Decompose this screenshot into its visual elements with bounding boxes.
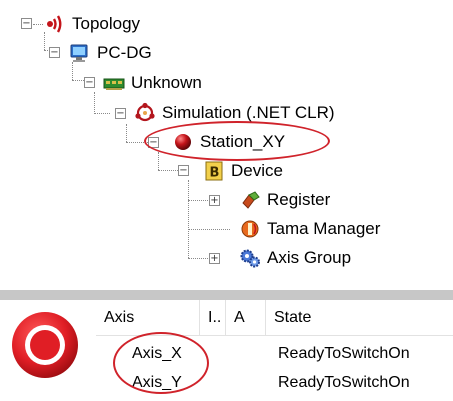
gears-icon [239, 247, 261, 269]
tree-label-register: Register [267, 190, 331, 209]
column-header-state[interactable]: State [266, 300, 453, 336]
panel-separator [0, 290, 453, 300]
stop-red-icon [10, 310, 80, 380]
tama-manager-icon [239, 218, 261, 240]
board-icon [103, 72, 125, 94]
expander-register[interactable]: + [209, 195, 220, 206]
tree-node-tama-manager[interactable]: Tama Manager [239, 217, 380, 241]
device-b-icon: B [203, 160, 225, 182]
expander-pc[interactable]: − [49, 47, 60, 58]
tree-label-tama-manager: Tama Manager [267, 219, 381, 238]
tree-node-device[interactable]: B Device [203, 159, 283, 183]
topology-icon [44, 13, 66, 35]
tree-label-axis-group: Axis Group [267, 248, 352, 267]
svg-text:B: B [210, 166, 220, 181]
expander-unknown[interactable]: − [84, 77, 95, 88]
computer-icon [69, 42, 91, 64]
axis-state-cell: ReadyToSwitchOn [278, 374, 410, 391]
register-icon [239, 189, 261, 211]
tree-node-axis-group[interactable]: Axis Group [239, 246, 351, 270]
tree-node-register[interactable]: Register [239, 188, 330, 212]
tree-node-pc-dg[interactable]: PC-DG [69, 41, 152, 65]
tree-label-device: Device [231, 161, 283, 180]
column-header-a[interactable]: A [226, 300, 266, 336]
topology-tree: − Topology − PC-DG − Unknown − Simulatio… [0, 0, 453, 290]
axis-highlight-oval [113, 332, 209, 394]
expander-simulation[interactable]: − [115, 108, 126, 119]
tree-label-unknown: Unknown [131, 73, 202, 92]
tree-node-topology[interactable]: Topology [44, 12, 140, 36]
tree-label-simulation: Simulation (.NET CLR) [162, 103, 335, 122]
tree-label-pc-dg: PC-DG [97, 43, 152, 62]
expander-topology[interactable]: − [21, 18, 32, 29]
tree-node-unknown[interactable]: Unknown [103, 71, 202, 95]
column-header-axis[interactable]: Axis [96, 300, 200, 336]
column-header-i[interactable]: I.. [200, 300, 226, 336]
station-highlight-oval [144, 121, 330, 161]
simulation-icon [134, 102, 156, 124]
axis-panel: Axis I.. A State Axis_X ReadyToSwitchOn … [0, 300, 453, 401]
expander-axis-group[interactable]: + [209, 253, 220, 264]
axis-state-cell: ReadyToSwitchOn [278, 345, 410, 362]
expander-device[interactable]: − [178, 165, 189, 176]
tree-label-topology: Topology [72, 14, 141, 33]
